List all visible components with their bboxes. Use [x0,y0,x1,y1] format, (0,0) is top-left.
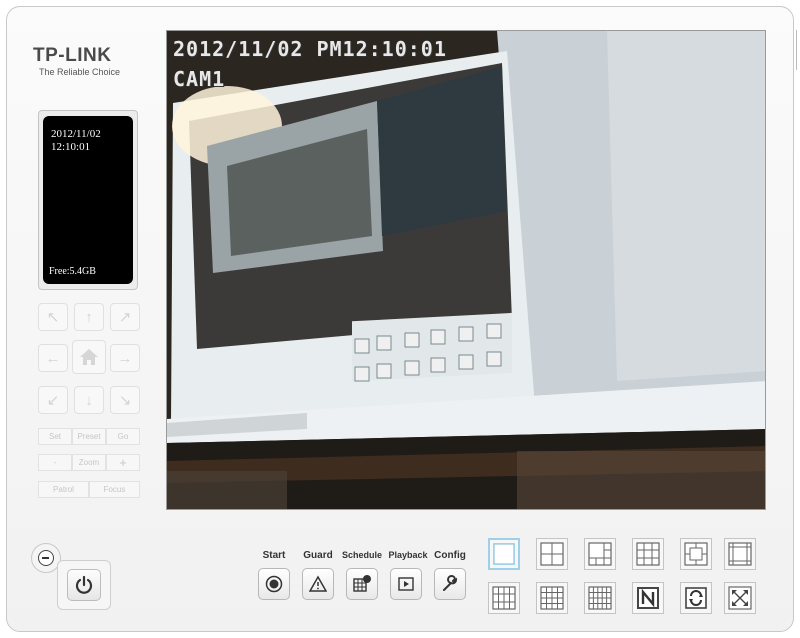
layout-4-button[interactable] [536,538,568,570]
layout-n-button[interactable] [632,582,664,614]
layout-16-button[interactable] [536,582,568,614]
status-display: 2012/11/02 12:10:01 Free:5.4GB [43,116,133,284]
pan-down-left-button[interactable]: ↙ [38,386,68,414]
layout-8-icon [636,542,660,566]
layout-1-button[interactable] [488,538,520,570]
fullscreen-icon [728,586,752,610]
pan-right-button[interactable]: → [110,344,140,372]
focus-button[interactable]: Focus [89,481,140,498]
arrow-down-right-icon: ↘ [118,392,132,409]
pan-left-button[interactable]: ← [38,344,68,372]
power-icon [75,575,93,594]
schedule-icon [353,575,371,592]
arrow-up-left-icon: ↖ [46,309,60,326]
playback-icon [398,577,414,591]
brand-name: TP-LINK [33,45,112,66]
layout-6-icon [588,542,612,566]
layout-4-icon [540,542,564,566]
layout-20-button[interactable] [584,582,616,614]
schedule-button[interactable] [346,568,378,600]
pan-up-right-button[interactable]: ↗ [110,303,140,331]
start-record-button[interactable] [258,568,290,600]
pan-down-right-button[interactable]: ↘ [110,386,140,414]
config-button[interactable] [434,568,466,600]
ptz-home-button[interactable] [72,340,106,374]
status-time: 12:10:01 [51,141,91,153]
layout-16-icon [540,586,564,610]
layout-rotate-icon [685,587,707,609]
layout-rotate-button[interactable] [680,582,712,614]
warning-icon [309,575,327,592]
camera-scene [167,31,765,509]
layout-6-button[interactable] [584,538,616,570]
tilt-up-button[interactable]: ↑ [74,303,104,331]
record-icon [265,575,283,593]
preset-go-button[interactable]: Go [106,428,140,445]
layout-13-icon [492,586,516,610]
layout-1-icon [493,543,515,565]
wrench-icon [443,575,458,591]
layout-n-icon [637,587,659,609]
layout-10-button[interactable] [724,538,756,570]
tilt-down-button[interactable]: ↓ [74,386,104,414]
minus-icon [38,550,54,566]
arrow-down-left-icon: ↙ [46,392,60,409]
layout-10-icon [728,542,752,566]
zoom-in-button[interactable]: + [106,454,140,471]
pan-up-left-button[interactable]: ↖ [38,303,68,331]
layout-9-icon [684,542,708,566]
config-label: Config [434,550,466,561]
fullscreen-button[interactable] [724,582,756,614]
patrol-button[interactable]: Patrol [38,481,89,498]
zoom-label: Zoom [72,454,106,471]
video-timestamp: 2012/11/02 PM12:10:01 [173,37,447,61]
camera-video-feed[interactable]: 2012/11/02 PM12:10:01 CAM1 [166,30,766,510]
home-icon [80,349,98,365]
storage-free: Free:5.4GB [49,266,96,277]
preset-field[interactable]: Preset [72,428,106,445]
arrow-up-icon: ↑ [85,308,93,326]
layout-20-icon [588,586,612,610]
layout-8-button[interactable] [632,538,664,570]
brand-tagline: The Reliable Choice [39,67,121,77]
arrow-left-icon: ← [45,349,61,367]
preset-set-button[interactable]: Set [38,428,72,445]
arrow-down-icon: ↓ [85,391,93,409]
zoom-out-button[interactable]: - [38,454,72,471]
playback-button[interactable] [390,568,422,600]
brand-logo: TP-LINK The Reliable Choice [33,45,120,77]
power-button[interactable] [57,560,111,610]
arrow-right-icon: → [117,349,133,367]
guard-button[interactable] [302,568,334,600]
window-edge [796,30,800,70]
video-camera-label: CAM1 [173,67,226,91]
layout-13-button[interactable] [488,582,520,614]
arrow-up-right-icon: ↗ [118,309,132,326]
status-date: 2012/11/02 [51,128,101,140]
status-panel: 2012/11/02 12:10:01 Free:5.4GB [38,110,138,290]
layout-9-button[interactable] [680,538,712,570]
